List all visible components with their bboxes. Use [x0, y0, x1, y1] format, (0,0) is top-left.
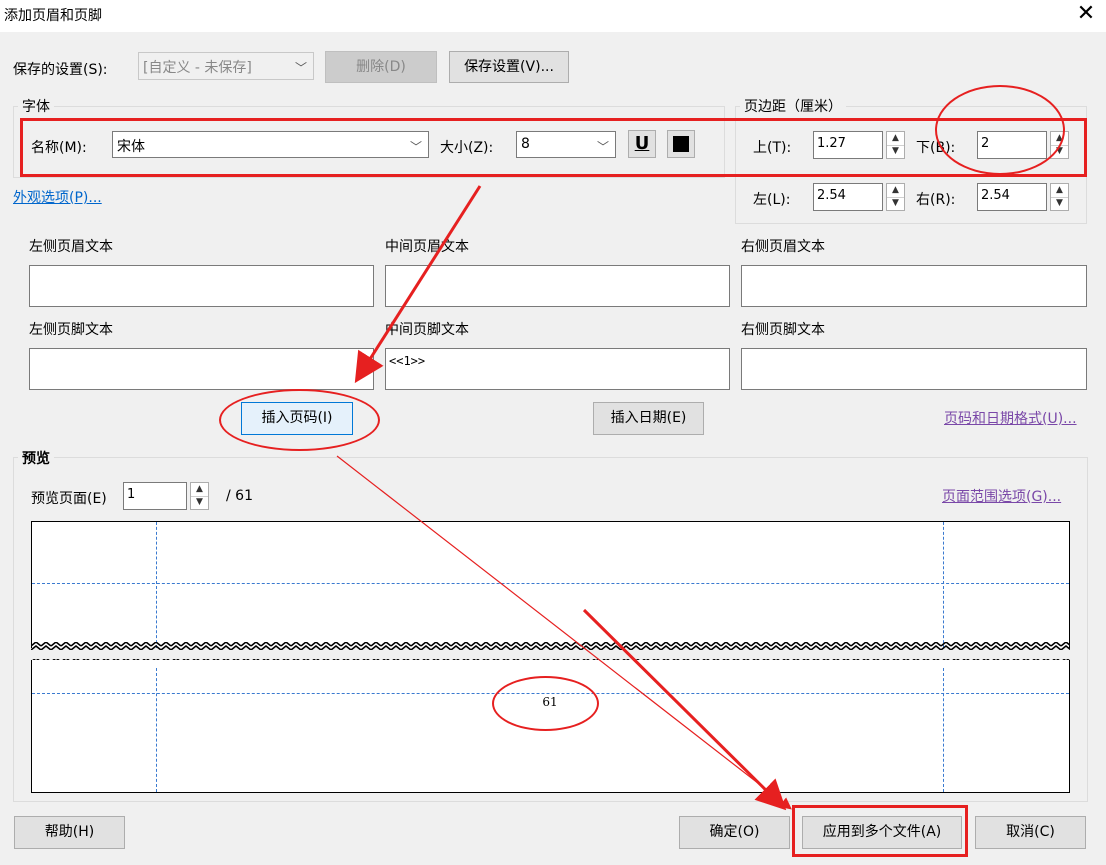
center-header-label: 中间页眉文本 — [385, 239, 469, 255]
annotation-apply-button-box — [792, 805, 968, 857]
left-footer-textbox[interactable] — [29, 348, 374, 390]
preview-group-title: 预览 — [18, 448, 54, 468]
appearance-options-link[interactable]: 外观选项(P)... — [13, 187, 102, 207]
center-header-textbox[interactable] — [385, 265, 730, 307]
preview-page-input[interactable]: 1 — [123, 482, 187, 510]
margin-right-input[interactable]: 2.54 — [977, 183, 1047, 211]
left-margin-guide — [156, 522, 157, 648]
right-header-textbox[interactable] — [741, 265, 1087, 307]
page-range-options-link[interactable]: 页面范围选项(G)... — [942, 486, 1061, 506]
window-title: 添加页眉和页脚 — [4, 8, 102, 24]
font-group-title: 字体 — [18, 96, 54, 116]
center-footer-value: <<1>> — [389, 354, 426, 368]
right-header-label: 右侧页眉文本 — [741, 239, 825, 255]
saved-settings-value: [自定义 - 未保存] — [143, 60, 252, 76]
annotation-bottom-margin-ellipse — [935, 85, 1065, 175]
left-margin-guide-footer — [156, 668, 157, 792]
left-header-textbox[interactable] — [29, 265, 374, 307]
annotation-font-highlight-box — [20, 118, 1087, 177]
preview-page-total: / 61 — [226, 488, 253, 504]
delete-button[interactable]: 删除(D) — [325, 51, 437, 83]
chevron-down-icon: ﹀ — [294, 61, 307, 75]
title-bar — [0, 0, 1106, 32]
margin-left-spinner[interactable]: ▲ ▼ — [886, 183, 905, 211]
right-margin-guide-footer — [943, 668, 944, 792]
ok-button[interactable]: 确定(O) — [679, 816, 790, 849]
page-date-format-link[interactable]: 页码和日期格式(U)... — [944, 408, 1077, 428]
saved-settings-label: 保存的设置(S): — [13, 62, 108, 78]
cancel-button[interactable]: 取消(C) — [975, 816, 1086, 849]
margins-group-title: 页边距（厘米） — [740, 96, 846, 116]
margin-left-input[interactable]: 2.54 — [813, 183, 883, 211]
left-header-label: 左侧页眉文本 — [29, 239, 113, 255]
annotation-insert-page-ellipse — [219, 389, 380, 451]
preview-page-spinner[interactable]: ▲ ▼ — [190, 482, 209, 510]
center-footer-label: 中间页脚文本 — [385, 322, 469, 338]
left-footer-label: 左侧页脚文本 — [29, 322, 113, 338]
header-margin-guide — [32, 583, 1069, 584]
insert-date-button[interactable]: 插入日期(E) — [593, 402, 704, 435]
annotation-page-number-ellipse — [492, 676, 599, 731]
right-footer-label: 右侧页脚文本 — [741, 322, 825, 338]
margin-right-label: 右(R): — [916, 192, 956, 208]
right-margin-guide — [943, 522, 944, 648]
save-settings-button[interactable]: 保存设置(V)... — [449, 51, 569, 83]
margin-left-label: 左(L): — [753, 192, 791, 208]
close-icon[interactable]: ✕ — [1074, 0, 1098, 28]
preview-header-area — [31, 521, 1070, 648]
margin-right-spinner[interactable]: ▲ ▼ — [1050, 183, 1069, 211]
center-footer-textbox[interactable]: <<1>> — [385, 348, 730, 390]
right-footer-textbox[interactable] — [741, 348, 1087, 390]
help-button[interactable]: 帮助(H) — [14, 816, 125, 849]
preview-page-label: 预览页面(E) — [31, 491, 107, 507]
saved-settings-select[interactable]: [自定义 - 未保存] ﹀ — [138, 52, 314, 80]
